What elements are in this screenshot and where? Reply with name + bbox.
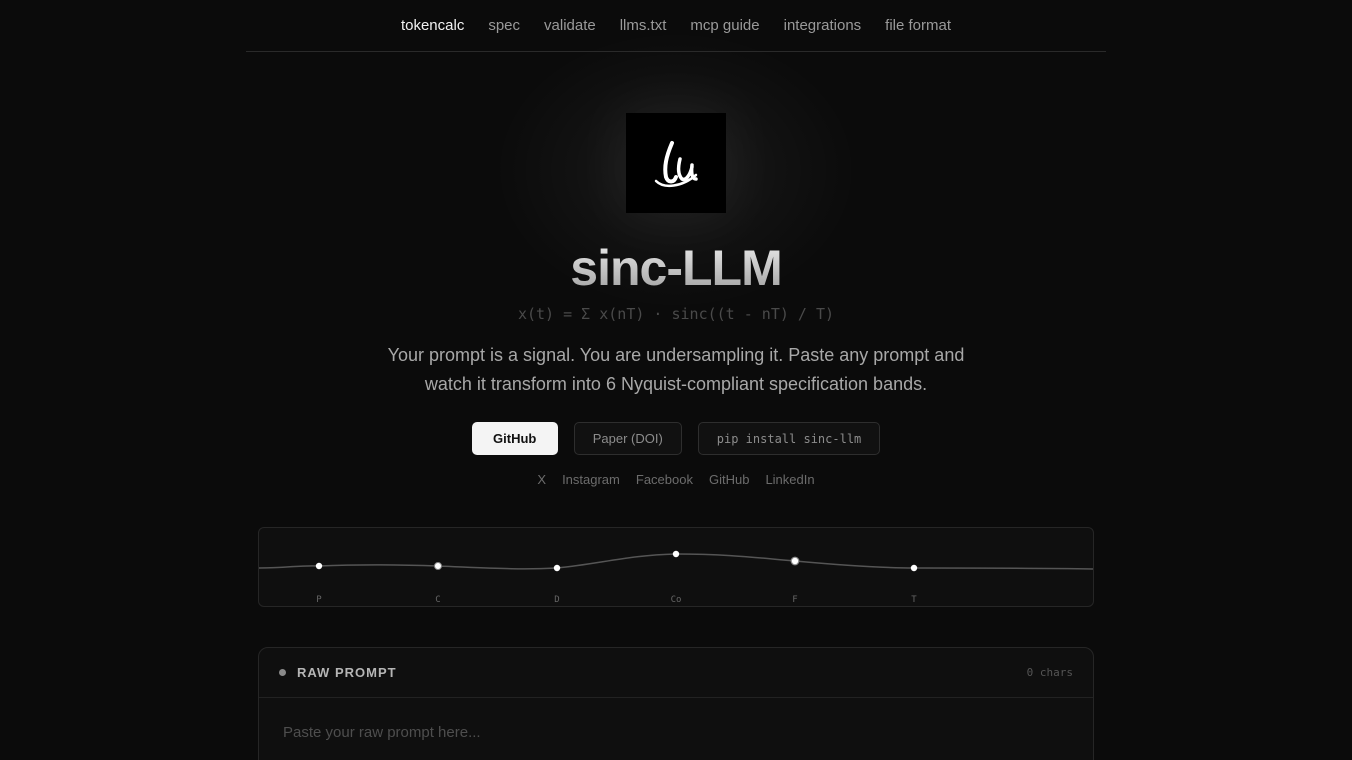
social-github-link[interactable]: GitHub bbox=[709, 472, 749, 488]
band-point-p[interactable] bbox=[315, 562, 323, 570]
paper-doi-button[interactable]: Paper (DOI) bbox=[573, 422, 682, 455]
sinc-formula: x(t) = Σ x(nT) · sinc((t - nT) / T) bbox=[517, 305, 835, 323]
band-label-d: D bbox=[554, 595, 559, 605]
band-point-co[interactable] bbox=[672, 550, 680, 558]
nav-spec[interactable]: spec bbox=[476, 0, 532, 51]
page-title: sinc-LLM bbox=[0, 238, 1352, 298]
band-label-f: F bbox=[792, 595, 797, 605]
waveform-svg: P C D Co F T bbox=[259, 550, 1093, 605]
nav-llms-txt[interactable]: llms.txt bbox=[608, 0, 679, 51]
nav-integrations[interactable]: integrations bbox=[772, 0, 874, 51]
band-point-d[interactable] bbox=[553, 564, 561, 572]
band-points bbox=[315, 550, 918, 572]
band-label-t: T bbox=[911, 595, 917, 605]
band-label-p: P bbox=[316, 595, 322, 605]
raw-prompt-input[interactable] bbox=[259, 698, 1093, 760]
tagline: Your prompt is a signal. You are undersa… bbox=[387, 345, 965, 394]
band-label-co: Co bbox=[671, 595, 682, 605]
social-instagram-link[interactable]: Instagram bbox=[562, 472, 620, 488]
social-links: X Instagram Facebook GitHub LinkedIn bbox=[0, 472, 1352, 488]
pip-install-button[interactable]: pip install sinc-llm bbox=[697, 422, 881, 455]
nav-file-format[interactable]: file format bbox=[873, 0, 963, 51]
band-point-c[interactable] bbox=[434, 562, 442, 570]
status-dot-icon bbox=[279, 669, 286, 676]
social-x-link[interactable]: X bbox=[537, 472, 546, 488]
nav-tokencalc[interactable]: tokencalc bbox=[389, 0, 476, 51]
top-nav: tokencalc spec validate llms.txt mcp gui… bbox=[246, 0, 1106, 52]
logo bbox=[626, 113, 726, 213]
ll-monogram-icon bbox=[654, 141, 698, 188]
social-linkedin-link[interactable]: LinkedIn bbox=[765, 472, 814, 488]
band-point-t[interactable] bbox=[910, 564, 918, 572]
github-button[interactable]: GitHub bbox=[471, 422, 558, 455]
cta-row: GitHub Paper (DOI) pip install sinc-llm bbox=[0, 422, 1352, 455]
band-waveform: P C D Co F T bbox=[258, 527, 1094, 607]
nav-mcp-guide[interactable]: mcp guide bbox=[678, 0, 771, 51]
band-point-f[interactable] bbox=[790, 556, 800, 566]
band-label-c: C bbox=[435, 595, 440, 605]
nav-validate[interactable]: validate bbox=[532, 0, 608, 51]
raw-prompt-header: RAW PROMPT 0 chars bbox=[259, 648, 1093, 698]
raw-prompt-title: RAW PROMPT bbox=[297, 665, 397, 680]
raw-prompt-panel: RAW PROMPT 0 chars bbox=[258, 647, 1094, 760]
social-facebook-link[interactable]: Facebook bbox=[636, 472, 693, 488]
char-count: 0 chars bbox=[1026, 666, 1073, 679]
